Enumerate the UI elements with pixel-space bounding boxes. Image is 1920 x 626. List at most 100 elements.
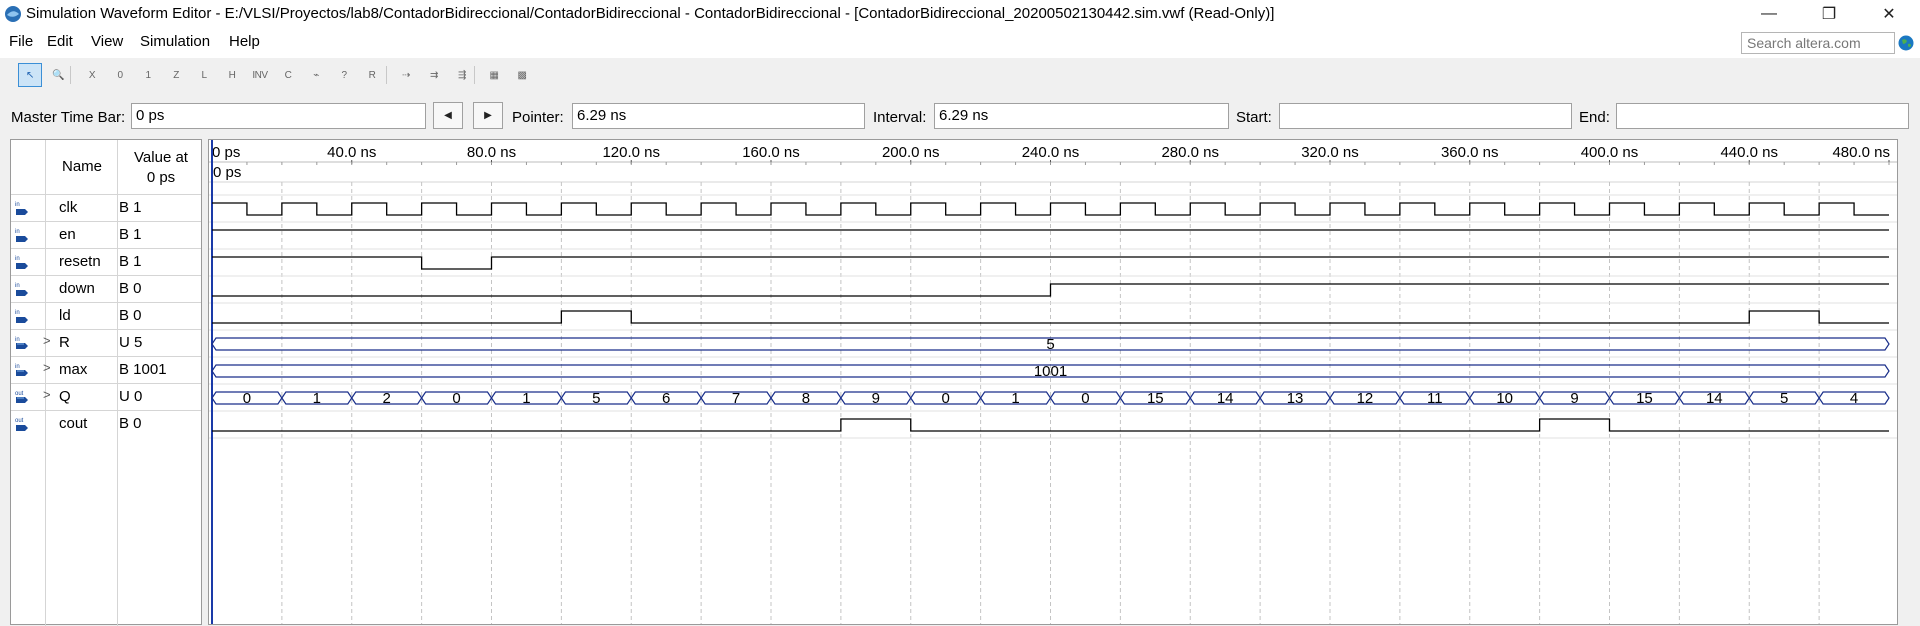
bus-value-label: 6	[662, 390, 670, 407]
bus-value-label: 0	[1081, 390, 1089, 407]
toolbar-separator	[70, 66, 71, 84]
minimize-icon: —	[1761, 5, 1777, 22]
force-high-impedance-button[interactable]: Z	[164, 63, 188, 87]
force-unknown-button[interactable]: X	[80, 63, 104, 87]
bus-value-label: 12	[1357, 390, 1374, 407]
arbitrary-value-icon: ?	[341, 69, 347, 81]
overwrite-clock-icon: ⌁	[313, 69, 319, 81]
arrow-right-icon: ▶	[484, 110, 492, 121]
force-low-icon: 0	[117, 69, 123, 81]
time-tick-label: 0 ps	[212, 144, 240, 161]
ungroup-icon: ⇶	[458, 69, 466, 81]
value-column-header[interactable]: Value at	[121, 149, 201, 166]
bus-value-label: 13	[1287, 390, 1304, 407]
signal-row-clk[interactable]: in clk B 1	[11, 194, 201, 221]
selection-tool-button[interactable]: ↖	[18, 63, 42, 87]
waveform-canvas[interactable]: 0 ps 40.0 ns 80.0 ns 120.0 ns 160.0 ns 200.0 …	[209, 140, 1897, 624]
force-high-button[interactable]: 1	[136, 63, 160, 87]
menu-simulation[interactable]: Simulation	[140, 33, 210, 50]
menu-help[interactable]: Help	[229, 33, 260, 50]
search-input[interactable]	[1741, 32, 1895, 54]
toolbar-separator	[474, 66, 475, 84]
signal-row-resetn[interactable]: in resetn B 1	[11, 248, 201, 275]
minimize-button[interactable]: —	[1746, 0, 1792, 28]
time-tick-label: 200.0 ns	[882, 144, 940, 161]
input-pin-icon: in	[15, 202, 28, 215]
selection-tool-icon: ↖	[26, 69, 34, 81]
random-value-icon: R	[368, 69, 376, 81]
waveform-panel[interactable]: 0 ps 40.0 ns 80.0 ns 120.0 ns 160.0 ns 200.0 …	[208, 139, 1898, 625]
start-field[interactable]	[1279, 103, 1572, 129]
signal-value: B 1	[119, 226, 142, 243]
grid-button[interactable]: ▦	[482, 63, 506, 87]
bus-value-label: 5	[1780, 390, 1788, 407]
end-label: End:	[1579, 109, 1610, 126]
zoom-tool-button[interactable]: 🔍	[46, 63, 70, 87]
overwrite-clock-button[interactable]: ⌁	[304, 63, 328, 87]
interval-field: 6.29 ns	[934, 103, 1229, 129]
signal-name: clk	[59, 199, 78, 216]
expand-chevron-icon[interactable]: >	[43, 360, 51, 375]
time-tick-label: 320.0 ns	[1301, 144, 1359, 161]
time-tick-label: 480.0 ns	[1832, 144, 1890, 161]
end-field[interactable]	[1616, 103, 1909, 129]
arbitrary-value-button[interactable]: ?	[332, 63, 356, 87]
ungroup-button[interactable]: ⇶	[450, 63, 474, 87]
bus-value-label: 1	[1011, 390, 1019, 407]
pointer-field: 6.29 ns	[572, 103, 865, 129]
master-time-bar-field[interactable]: 0 ps	[131, 103, 426, 129]
input-pin-icon: in	[15, 283, 28, 296]
force-high-icon: 1	[145, 69, 151, 81]
pointer-label: Pointer:	[512, 109, 564, 126]
invert-icon: INV	[252, 69, 268, 81]
previous-transition-button[interactable]: ◀	[433, 102, 463, 129]
name-column-header[interactable]: Name	[51, 158, 113, 175]
signal-name: resetn	[59, 253, 101, 270]
signal-row-max[interactable]: in > max B 1001	[11, 356, 201, 383]
menu-view[interactable]: View	[91, 33, 123, 50]
signal-row-Q[interactable]: out > Q U 0	[11, 383, 201, 410]
signal-row-en[interactable]: in en B 1	[11, 221, 201, 248]
svg-text:in: in	[15, 202, 20, 208]
count-value-button[interactable]: C	[276, 63, 300, 87]
time-tick-label: 400.0 ns	[1581, 144, 1639, 161]
waveform-clk	[212, 202, 1889, 216]
bus-value-label: 1001	[1034, 363, 1067, 380]
force-weak-low-button[interactable]: L	[192, 63, 216, 87]
force-low-button[interactable]: 0	[108, 63, 132, 87]
menu-file[interactable]: File	[9, 33, 33, 50]
close-button[interactable]: ✕	[1866, 0, 1912, 28]
next-transition-button[interactable]: ▶	[473, 102, 503, 129]
invert-button[interactable]: INV	[248, 63, 272, 87]
vertical-scrollbar[interactable]	[1900, 139, 1918, 625]
group-button[interactable]: ⇉	[422, 63, 446, 87]
input-pin-icon: in	[15, 229, 28, 242]
bus-value-label: 1	[313, 390, 321, 407]
signal-row-down[interactable]: in down B 0	[11, 275, 201, 302]
cursor-time-label: 0 ps	[213, 164, 241, 181]
menu-edit[interactable]: Edit	[47, 33, 73, 50]
title-bar: Simulation Waveform Editor - E:/VLSI/Pro…	[0, 0, 1920, 28]
globe-icon[interactable]	[1898, 35, 1914, 51]
force-weak-high-button[interactable]: H	[220, 63, 244, 87]
interval-label: Interval:	[873, 109, 927, 126]
input-pin-icon: in	[15, 310, 28, 323]
random-value-button[interactable]: R	[360, 63, 384, 87]
start-label: Start:	[1236, 109, 1272, 126]
bus-value-label: 2	[383, 390, 391, 407]
force-unknown-icon: X	[88, 69, 96, 81]
restore-button[interactable]: ❐	[1806, 0, 1852, 28]
expand-chevron-icon[interactable]: >	[43, 333, 51, 348]
signal-name: en	[59, 226, 76, 243]
waveform-down	[212, 283, 1889, 297]
output-pin-icon: out	[15, 391, 28, 403]
close-icon: ✕	[1882, 6, 1896, 23]
signal-row-R[interactable]: in > R U 5	[11, 329, 201, 356]
signal-row-cout[interactable]: out cout B 0	[11, 410, 201, 437]
signal-row-ld[interactable]: in ld B 0	[11, 302, 201, 329]
bus-value-label: 5	[1046, 336, 1054, 353]
waveform-settings-button[interactable]: ▩	[510, 63, 534, 87]
expand-chevron-icon[interactable]: >	[43, 387, 51, 402]
snap-button[interactable]: ⇢	[394, 63, 418, 87]
signal-value: B 1001	[119, 361, 167, 378]
